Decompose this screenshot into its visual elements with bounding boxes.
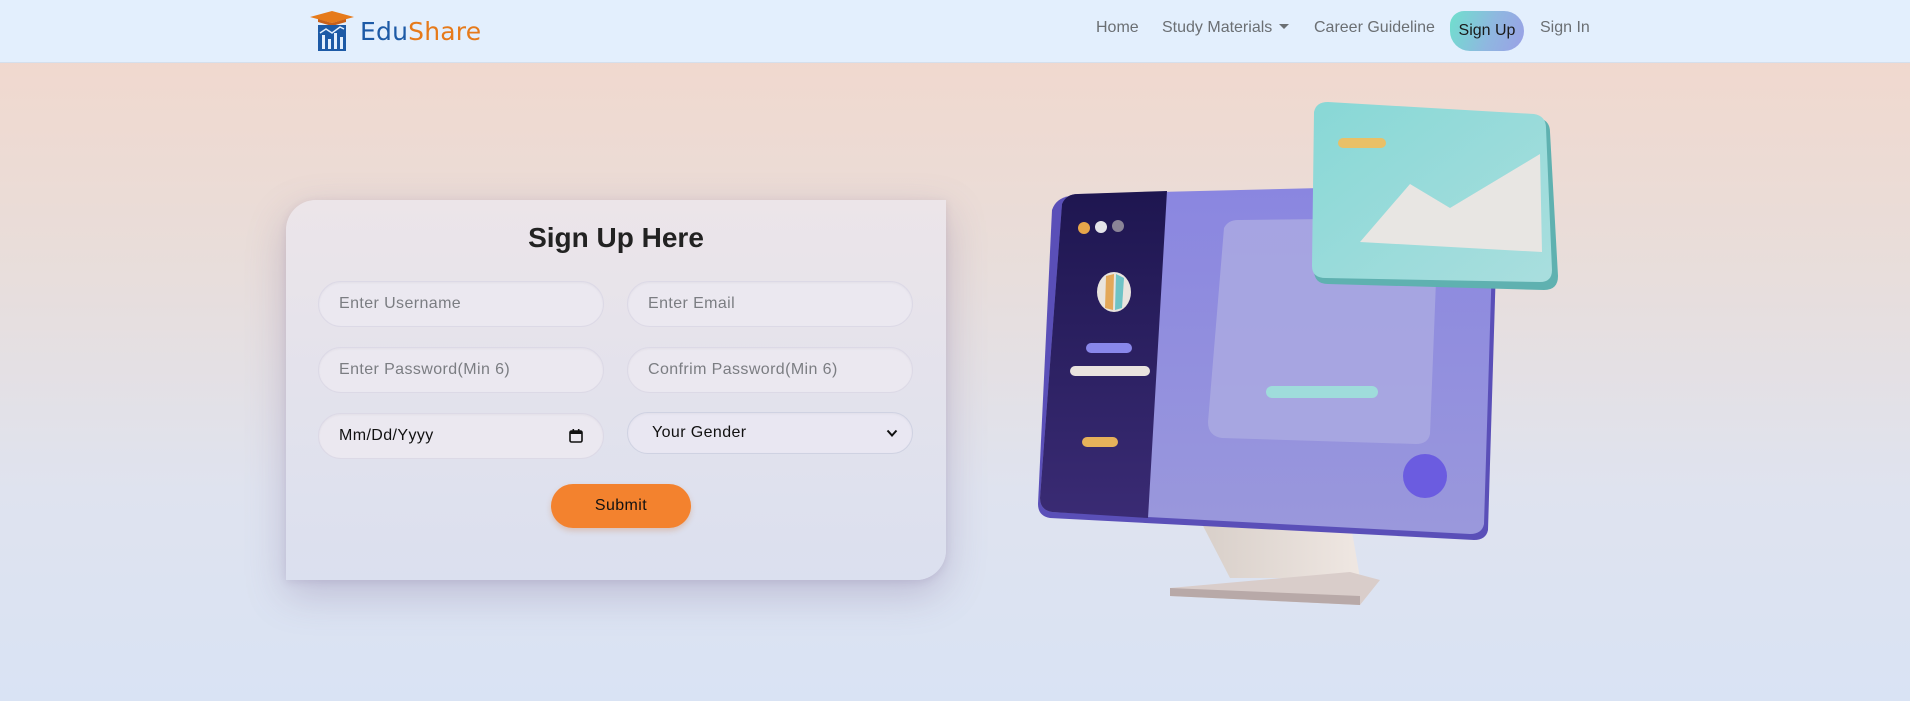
navbar: EduShare Home Study Materials Career Gui… [0, 0, 1910, 63]
calendar-icon[interactable] [569, 429, 583, 443]
signup-form-card: Sign Up Here Mm/Dd/Yyyy Your Gender Subm… [286, 200, 946, 580]
brand-logo-link[interactable]: EduShare [308, 9, 481, 53]
gender-select[interactable]: Your Gender [627, 412, 913, 454]
nav-signin-link[interactable]: Sign In [1540, 19, 1590, 37]
password-input[interactable] [318, 347, 604, 393]
email-input[interactable] [627, 281, 913, 327]
brand-name: EduShare [360, 17, 481, 46]
nav-study-materials-label: Study Materials [1162, 19, 1273, 36]
username-input[interactable] [318, 281, 604, 327]
brand-name-share: Share [408, 16, 482, 46]
brand-name-edu: Edu [360, 16, 409, 46]
caret-down-icon [1279, 24, 1290, 29]
graduation-cap-logo-icon [310, 11, 354, 51]
nav-home-link[interactable]: Home [1096, 19, 1139, 37]
date-of-birth-input[interactable]: Mm/Dd/Yyyy [318, 413, 604, 459]
gender-selected-value: Your Gender [652, 424, 747, 441]
computer-illustration [1038, 102, 1558, 605]
chevron-down-icon [886, 429, 898, 437]
nav-signup-button[interactable]: Sign Up [1450, 11, 1524, 51]
nav-career-guideline-link[interactable]: Career Guideline [1314, 19, 1435, 37]
nav-study-materials-dropdown[interactable]: Study Materials [1162, 19, 1290, 37]
confirm-password-input[interactable] [627, 347, 913, 393]
date-value: Mm/Dd/Yyyy [339, 427, 434, 444]
form-title: Sign Up Here [528, 222, 704, 253]
submit-button[interactable]: Submit [551, 484, 691, 528]
